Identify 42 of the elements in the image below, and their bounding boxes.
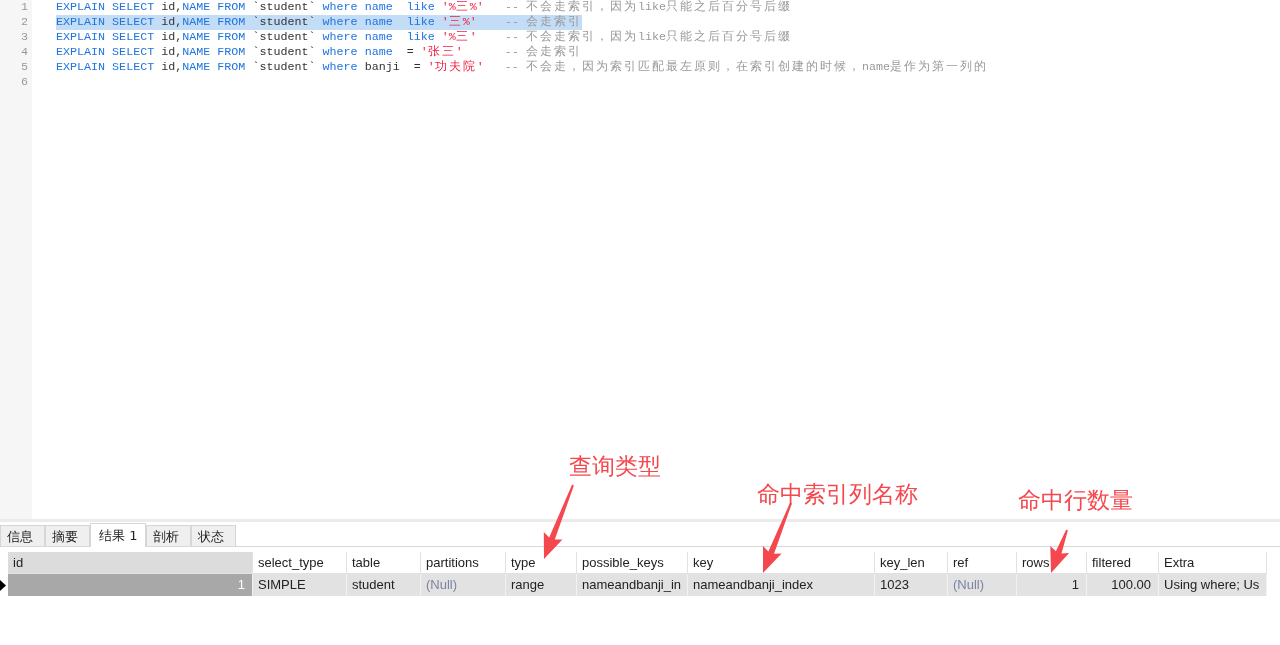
- column-header[interactable]: key: [688, 552, 875, 574]
- table-cell: Using where; Us: [1159, 574, 1267, 596]
- arrow-icon: [543, 484, 574, 559]
- result-tab[interactable]: 状态: [191, 525, 237, 546]
- table-cell: SIMPLE: [253, 574, 347, 596]
- line-number: 6: [20, 75, 29, 90]
- result-tab[interactable]: 信息: [0, 525, 45, 546]
- table-cell: 1: [1017, 574, 1087, 596]
- table-cell: (Null): [948, 574, 1017, 596]
- column-header[interactable]: partitions: [421, 552, 506, 574]
- line-number: 3: [20, 30, 29, 45]
- column-header[interactable]: possible_keys: [577, 552, 688, 574]
- table-cell: 1023: [875, 574, 948, 596]
- column-header[interactable]: table: [347, 552, 421, 574]
- column-header[interactable]: type: [506, 552, 577, 574]
- column-header[interactable]: id: [8, 552, 253, 574]
- column-header[interactable]: key_len: [875, 552, 948, 574]
- line-number: 1: [20, 0, 29, 15]
- table-cell: nameandbanji_index: [688, 574, 875, 596]
- annotation-label: 命中行数量: [1018, 486, 1133, 514]
- code-line: EXPLAIN SELECT id,NAME FROM `student` where banji = '功夫院' -- 不会走，因为索引匹配最左原则，在索引创建的时候，name是作为第一列的: [56, 60, 988, 75]
- column-header[interactable]: select_type: [253, 552, 347, 574]
- table-cell: nameandbanji_in: [577, 574, 688, 596]
- annotation-label: 命中索引列名称: [757, 480, 918, 508]
- result-tab[interactable]: 剖析: [146, 525, 192, 546]
- arrow-icon: [1050, 529, 1070, 573]
- code-line: EXPLAIN SELECT id,NAME FROM `student` where name = '张三' -- 会走索引: [56, 45, 582, 60]
- column-header[interactable]: Extra: [1159, 552, 1267, 574]
- table-cell: range: [506, 574, 577, 596]
- table-cell: (Null): [421, 574, 506, 596]
- table-row[interactable]: 1 SIMPLE student (Null) range nameandbanji_in nameandbanji_index 1023 (Null) 1 100.00 Using where; Us: [8, 574, 1267, 596]
- table-cell: student: [347, 574, 421, 596]
- column-header[interactable]: filtered: [1087, 552, 1159, 574]
- column-header[interactable]: ref: [948, 552, 1017, 574]
- line-number: 4: [20, 45, 29, 60]
- result-tab[interactable]: 摘要: [45, 525, 90, 546]
- annotation-label: 查询类型: [569, 452, 661, 480]
- table-cell: 100.00: [1087, 574, 1159, 596]
- table-cell: 1: [8, 574, 253, 596]
- line-number: 5: [20, 60, 29, 75]
- line-number: 2: [20, 15, 29, 30]
- result-tab[interactable]: 结果 1: [90, 523, 147, 547]
